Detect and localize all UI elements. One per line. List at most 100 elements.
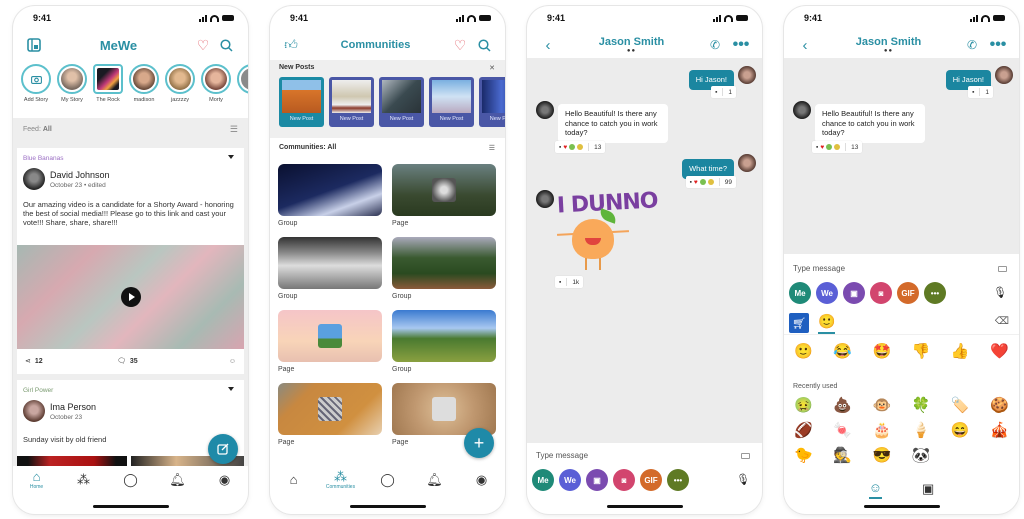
new-post-item[interactable]: New Post xyxy=(479,77,505,127)
close-icon[interactable]: ✕ xyxy=(489,64,495,72)
sticker-button[interactable]: 🐼 xyxy=(912,447,931,465)
me-button[interactable]: Me xyxy=(532,469,554,491)
sticker-button[interactable]: 💩 xyxy=(833,397,852,415)
sticker-button[interactable]: 🕵️ xyxy=(833,447,852,465)
sidebar-menu-icon[interactable] xyxy=(25,36,43,54)
story-item[interactable]: jazzzzy xyxy=(165,64,195,116)
feed-filter-bar[interactable]: Feed: All ☰ xyxy=(13,118,248,140)
filter-icon[interactable]: ☰ xyxy=(489,144,495,152)
post-menu-caret-icon[interactable] xyxy=(228,155,234,159)
back-icon[interactable]: ‹ xyxy=(539,36,557,54)
sticker-button[interactable]: 🍬 xyxy=(833,422,852,440)
emoji-button[interactable]: 👎 xyxy=(912,342,931,360)
community-card[interactable]: Page xyxy=(278,310,382,383)
tab-profile[interactable]: ◉ xyxy=(462,473,502,487)
message-reactions[interactable]: ▪ 1k xyxy=(555,276,584,288)
emoji-button[interactable]: 🤩 xyxy=(873,342,892,360)
community-card[interactable]: Group xyxy=(278,237,382,310)
sticker-button[interactable]: 🍪 xyxy=(990,397,1009,415)
community-card[interactable]: Group xyxy=(278,164,382,237)
back-icon[interactable]: ‹ xyxy=(796,36,814,54)
message-reactions[interactable]: ▪ ♥ 13 xyxy=(812,141,863,153)
emoji-button[interactable]: 😂 xyxy=(833,342,852,360)
community-card[interactable]: Page xyxy=(278,383,382,456)
tab-profile[interactable]: ◉ xyxy=(205,473,245,487)
tab-chats[interactable]: ◯ xyxy=(368,473,408,487)
message-input[interactable]: Type message xyxy=(793,264,845,273)
sticker-button[interactable]: 🏈 xyxy=(794,422,813,440)
more-options-icon[interactable]: ••• xyxy=(732,36,750,54)
sticker-button[interactable]: 🎂 xyxy=(873,422,892,440)
more-options-icon[interactable]: ••• xyxy=(989,36,1007,54)
message-reactions[interactable]: ▪ ♥ 99 xyxy=(685,176,736,188)
we-button[interactable]: We xyxy=(559,469,581,491)
contact-name[interactable]: Jason Smith xyxy=(599,36,664,48)
microphone-icon[interactable]: 🎙︎ xyxy=(993,286,1007,299)
sticker-button[interactable]: 🍀 xyxy=(912,397,931,415)
emoji-tab[interactable]: 🙂 xyxy=(818,313,836,334)
sticker-button[interactable]: 🐵 xyxy=(873,397,892,415)
gif-button[interactable]: GIF xyxy=(640,469,662,491)
story-item[interactable]: The Rock xyxy=(93,64,123,116)
new-post-item[interactable]: New Post xyxy=(279,77,324,127)
sticker-button[interactable]: 😄 xyxy=(951,422,970,440)
filter-icon[interactable]: ☰ xyxy=(230,124,238,135)
camera-icon[interactable]: ◙ xyxy=(613,469,635,491)
contact-name[interactable]: Jason Smith xyxy=(856,36,921,48)
compose-post-button[interactable] xyxy=(208,434,238,464)
sticker-store-icon[interactable]: 🛒︎ xyxy=(789,313,809,333)
message-incoming[interactable]: Hello Beautiful! Is there any chance to … xyxy=(815,104,925,143)
community-card[interactable]: Group xyxy=(392,310,496,383)
new-post-item[interactable]: New Post xyxy=(429,77,474,127)
keyboard-icon[interactable] xyxy=(998,266,1007,272)
phone-call-icon[interactable]: ✆ xyxy=(706,36,724,54)
search-icon[interactable] xyxy=(475,36,493,54)
sticker-button[interactable]: 🤢 xyxy=(794,397,813,415)
message-reactions[interactable]: ▪ 1 xyxy=(968,86,993,98)
phone-call-icon[interactable]: ✆ xyxy=(963,36,981,54)
play-icon[interactable] xyxy=(120,287,141,307)
camera-icon[interactable]: ◙ xyxy=(870,282,892,304)
search-icon[interactable] xyxy=(218,36,236,54)
sticker-button[interactable]: 😎 xyxy=(873,447,892,465)
add-story-button[interactable] xyxy=(21,64,51,94)
emoji-button[interactable]: ❤️ xyxy=(990,342,1009,360)
sticker-tab-icon[interactable]: ▣ xyxy=(922,481,934,497)
tab-communities[interactable]: ⁂ xyxy=(64,473,104,487)
emoji-button[interactable]: 👍 xyxy=(951,342,970,360)
gif-button[interactable]: GIF xyxy=(897,282,919,304)
more-icon[interactable]: ••• xyxy=(667,469,689,491)
message-input[interactable]: Type message xyxy=(536,451,588,460)
post-group-name[interactable]: Girl Power xyxy=(23,387,53,394)
thumbs-up-icon[interactable]: 👍︎ xyxy=(282,36,300,54)
message-incoming[interactable]: Hello Beautiful! Is there any chance to … xyxy=(558,104,668,143)
new-post-item[interactable]: New Post xyxy=(329,77,374,127)
more-icon[interactable]: ••• xyxy=(924,282,946,304)
tab-home[interactable]: ⌂ xyxy=(274,473,314,487)
emoji-tab-icon[interactable]: ☺ xyxy=(868,480,882,499)
emoji-react-icon[interactable]: ☺ xyxy=(229,358,236,365)
post-author[interactable]: David Johnson October 23 • edited xyxy=(23,168,110,190)
tab-notifications[interactable]: 🔔︎ xyxy=(158,473,198,487)
message-reactions[interactable]: ▪ ♥ 13 xyxy=(555,141,606,153)
story-item[interactable]: My Story xyxy=(57,64,87,116)
sticker-button[interactable]: 🍦 xyxy=(912,422,931,440)
message-reactions[interactable]: ▪ 1 xyxy=(711,86,736,98)
backspace-icon[interactable]: ⌫ xyxy=(995,316,1009,327)
story-item[interactable]: madison xyxy=(129,64,159,116)
photo-icon[interactable]: ▣ xyxy=(586,469,608,491)
story-item[interactable] xyxy=(237,64,248,116)
tab-notifications[interactable]: 🔔︎ xyxy=(415,473,455,487)
sticker-button[interactable]: 🎪 xyxy=(990,422,1009,440)
sticker-button[interactable]: 🏷️ xyxy=(951,397,970,415)
post-author[interactable]: Ima Person October 23 xyxy=(23,400,96,422)
tab-home[interactable]: ⌂ Home xyxy=(17,470,57,491)
create-community-button[interactable]: + xyxy=(464,428,494,458)
tab-communities[interactable]: ⁂ Communities xyxy=(321,470,361,491)
we-button[interactable]: We xyxy=(816,282,838,304)
microphone-icon[interactable]: 🎙︎ xyxy=(736,473,750,486)
share-count[interactable]: ⋖ 12 xyxy=(25,357,43,366)
post-video[interactable] xyxy=(17,245,244,349)
comment-count[interactable]: 🗨︎ 35 xyxy=(117,357,138,366)
me-button[interactable]: Me xyxy=(789,282,811,304)
